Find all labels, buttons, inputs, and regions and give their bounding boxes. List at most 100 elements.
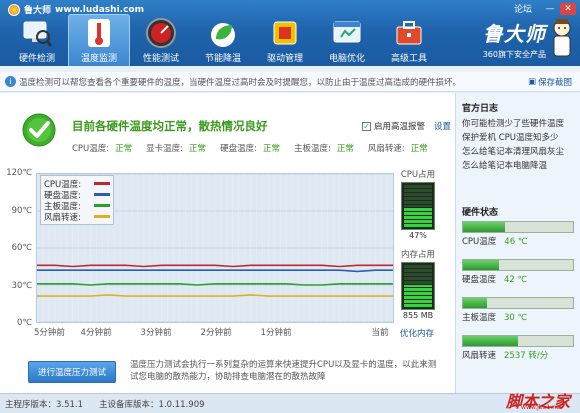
hardware-status-text: 硬盘温度 42 ℃ [462,273,574,285]
tab-label: 性能测试 [142,54,179,64]
news-item[interactable]: 怎么给笔记本清理风扇灰尘 [462,145,564,159]
gauge-segment [404,272,432,276]
legend-swatch [94,193,110,196]
legend-item: 风扇转速: [44,211,110,223]
hardware-status-item: 主板温度 30 ℃ [462,297,574,323]
brand-name: 鲁大师 [482,22,546,46]
tab-label: 节能降温 [204,54,241,64]
legend-swatch [94,182,110,185]
news-item[interactable]: 怎么给笔记本电脑降温 [462,159,564,173]
gauge-segment [404,204,432,208]
alarm-settings-link[interactable]: 设置 [434,120,451,132]
y-tick-label: 90℃ [11,205,32,216]
minimize-button[interactable]: — [542,3,558,15]
hardware-status-label: CPU温度 [462,237,497,247]
main-version: 主程序版本：3.51.1 [5,399,84,410]
tab-label: 高级工具 [390,54,427,64]
memory-usage-value: 855 MB [402,311,434,320]
tab-monitor-magnifier[interactable]: 硬件检测 [6,14,68,66]
gauge-segment [404,220,432,224]
gauge-segment [404,200,432,204]
temp-summary-item: 显卡温度: 正常 [146,142,206,154]
tab-thermometer[interactable]: 温度监测 [68,14,130,66]
monitor-magnifier-icon [21,17,53,49]
news-title: 官方日志 [462,104,499,114]
watermark-url: www.jb51.net [521,404,562,411]
alarm-label: 启用高温报警 [374,122,426,132]
hardware-status-text: 主板温度 30 ℃ [462,311,574,323]
x-tick-label: 3分钟前 [140,328,172,338]
gauge-segment [404,284,432,288]
temp-summary-label: 风扇转速: [367,144,405,154]
gauge-segment [404,296,432,300]
tab-toolbox[interactable]: 高级工具 [378,14,440,66]
cpu-usage-value: 47% [409,231,427,240]
news-item[interactable]: 保护爱机 CPU温度知多少 [462,131,564,145]
chip-icon [269,17,301,49]
legend-item: 硬盘温度: [44,189,110,201]
window-optimize-icon [331,17,363,49]
gauge-segment [404,208,432,212]
save-screenshot-link[interactable]: ▣ 保存截图 [528,76,572,88]
gauge-segment [404,196,432,200]
tab-leaf[interactable]: 节能降温 [192,14,254,66]
temperature-panel: 目前各硬件温度均正常，散热情况良好 ✓ 启用高温报警 设置 CPU温度: 正常 显卡… [0,93,456,393]
tab-label: 驱动管理 [266,54,303,64]
y-tick-label: 0℃ [17,318,32,328]
temp-summary-item: 风扇转速: 正常 [368,142,428,154]
temp-summary-item: 主板温度: 正常 [294,142,354,154]
hardware-status-text: CPU温度 46 ℃ [462,235,574,247]
gauge-segment [404,292,432,296]
news-list: 你可能检测少了些硬件温度 保护爱机 CPU温度知多少 怎么给笔记本清理风扇灰尘 怎么给… [462,117,564,173]
tab-chip[interactable]: 驱动管理 [254,14,316,66]
x-tick-label: 5分钟前 [34,328,65,338]
alarm-checkbox[interactable]: ✓ [362,121,371,131]
gauge-segment [404,276,432,280]
y-tick-label: 120℃ [6,168,32,178]
thermometer-icon [83,17,115,49]
gauge-segment [404,288,432,292]
temp-summary-value: 正常 [410,144,428,154]
hardware-gauge [462,335,574,347]
speedometer-icon [145,17,177,49]
db-version: 主设备库版本：1.0.11.909 [99,399,205,410]
tab-speedometer[interactable]: 性能测试 [130,14,192,66]
hardware-status-label: 硬盘温度 [462,275,497,285]
memory-usage-meter: 内存占用 855 MB [398,248,438,320]
tab-label: 温度监测 [80,54,117,64]
hardware-status-text: 风扇转速 2537 转/分 [462,349,574,361]
gauge-segment [404,216,432,220]
high-temp-alarm-toggle[interactable]: ✓ 启用高温报警 设置 [362,120,451,132]
save-screenshot-label: 保存截图 [537,77,572,88]
stress-test-button[interactable]: 进行温度压力测试 [28,361,116,383]
temp-summary: CPU温度: 正常 显卡温度: 正常 硬盘温度: 正常 主板温度: 正常 风扇转速: 正常 [72,142,428,154]
gauge-segment [404,300,432,304]
hardware-gauge [462,259,574,271]
forum-link[interactable]: 论坛 [514,2,532,15]
hardware-gauge [462,297,574,309]
temp-summary-label: 主板温度: [293,144,331,154]
camera-icon: ▣ [527,76,536,87]
optimize-memory-link[interactable]: 优化内存 [400,327,434,339]
hardware-status-value: 30 ℃ [504,313,528,323]
legend-label: 风扇转速: [44,212,81,223]
hardware-gauge-fill [463,222,505,232]
brand: 鲁大师 360旗下安全产品 [483,18,546,60]
leaf-icon [207,17,239,49]
hardware-status-item: CPU温度 46 ℃ [462,221,574,247]
main-toolbar: 硬件检测 温度监测 性能测试 节能降温 驱动管理 电脑优化 高级工具 [6,14,440,66]
temp-summary-value: 正常 [336,144,354,154]
temp-summary-label: CPU温度: [72,144,110,154]
hardware-status-label: 主板温度 [462,313,497,323]
hardware-gauge-fill [463,298,488,308]
tab-window-optimize[interactable]: 电脑优化 [316,14,378,66]
close-button[interactable]: ✕ [560,2,576,15]
cpu-usage-meter: CPU占用 47% [398,168,438,240]
gauge-segment [404,192,432,196]
temp-summary-label: 显卡温度: [146,144,184,154]
brand-slogan: 360旗下安全产品 [482,50,546,59]
temp-summary-item: 硬盘温度: 正常 [220,142,280,154]
news-item[interactable]: 你可能检测少了些硬件温度 [462,117,564,131]
x-tick-label: 2分钟前 [200,328,232,338]
info-icon: i [5,76,16,87]
